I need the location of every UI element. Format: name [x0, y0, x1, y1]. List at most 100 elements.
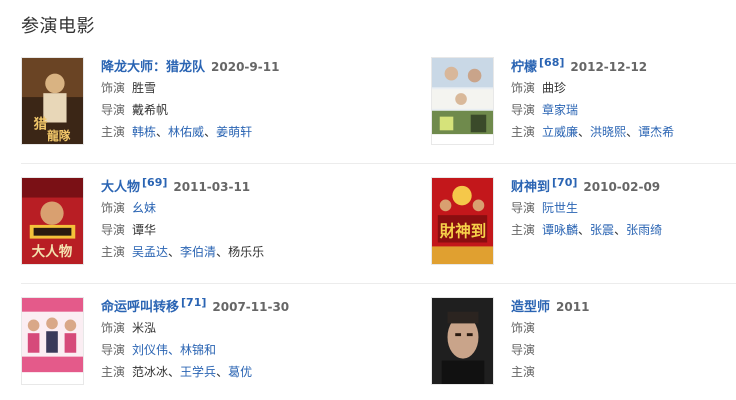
movie-title-link[interactable]: 财神到 — [511, 180, 550, 195]
cast-label: 主演 — [101, 365, 126, 379]
director-label: 导演 — [101, 223, 126, 237]
score-badge[interactable]: [69] — [142, 176, 167, 189]
cast-line: 主演 立威廉、洪晓熙、谭杰希 — [511, 121, 736, 143]
role-line: 饰演 米泓 — [101, 317, 331, 339]
director-label: 导演 — [511, 201, 536, 215]
role-label: 饰演 — [511, 321, 536, 335]
release-date: 2011 — [556, 300, 590, 314]
cast-separator: 、 — [578, 223, 591, 237]
score-badge[interactable]: [68] — [539, 56, 564, 69]
movie-title-link[interactable]: 柠檬 — [511, 60, 537, 75]
director-line: 导演 谭华 — [101, 219, 331, 241]
cast-separator: 、 — [204, 125, 217, 139]
cast-name: 范冰冰 — [132, 365, 169, 379]
cast-link[interactable]: 张雨绮 — [626, 223, 662, 237]
role-line: 饰演 幺妹 — [101, 197, 331, 219]
cast-link[interactable]: 王学兵 — [180, 365, 216, 379]
cast-separator: 、 — [626, 125, 639, 139]
cast-link[interactable]: 林佑威 — [168, 125, 204, 139]
release-date: 2010-02-09 — [583, 180, 661, 194]
role-line: 饰演 胜雪 — [101, 77, 331, 99]
release-date: 2012-12-12 — [570, 60, 648, 74]
svg-text:猎: 猎 — [34, 115, 48, 132]
movie-poster[interactable]: 財神到 — [431, 177, 494, 265]
role-label: 饰演 — [101, 321, 126, 335]
cast-link[interactable]: 李伯清 — [180, 245, 216, 259]
cast-separator: 、 — [168, 365, 181, 379]
cast-link[interactable]: 吴孟达 — [132, 245, 168, 259]
director-line: 导演 刘仪伟、林锦和 — [101, 339, 331, 361]
svg-text:大人物: 大人物 — [32, 243, 73, 260]
release-date: 2007-11-30 — [212, 300, 290, 314]
row-divider — [21, 283, 736, 284]
cast-label: 主演 — [511, 365, 536, 379]
cast-label: 主演 — [101, 245, 126, 259]
cast-label: 主演 — [511, 223, 536, 237]
movie-row: 命运呼叫转移 [71] 2007-11-30 饰演 米泓 导演 刘仪伟、林锦和 主演 范冰… — [21, 285, 736, 400]
role-value: 曲珍 — [542, 81, 567, 95]
cast-link[interactable]: 张震 — [590, 223, 614, 237]
role-label: 饰演 — [101, 81, 126, 95]
movie-title-link[interactable]: 降龙大师：猎龙队 — [101, 60, 205, 75]
filmography-page: 参演电影 猎 龍隊 降龙大师：猎龙队 2020-9-11 饰演 胜雪 导演 戴希… — [0, 0, 736, 400]
movie-poster[interactable]: 大人物 — [21, 177, 84, 265]
director-line: 导演 章家瑞 — [511, 99, 736, 121]
movie-row: 猎 龍隊 降龙大师：猎龙队 2020-9-11 饰演 胜雪 导演 戴希帆 主演 … — [21, 45, 736, 165]
cast-line: 主演 吴孟达、李伯清、杨乐乐 — [101, 241, 331, 263]
movie-card: 財神到 财神到 [70] 2010-02-09 导演 阮世生 主演 谭咏麟、张震、张雨绮 — [431, 176, 731, 269]
cast-link[interactable]: 洪晓熙 — [590, 125, 626, 139]
role-label: 饰演 — [511, 81, 536, 95]
role-link[interactable]: 幺妹 — [132, 201, 156, 215]
cast-label: 主演 — [101, 125, 126, 139]
cast-separator: 、 — [216, 245, 229, 259]
cast-separator: 、 — [216, 365, 229, 379]
director-line: 导演 戴希帆 — [101, 99, 331, 121]
release-date: 2020-9-11 — [211, 60, 280, 74]
role-line: 饰演 曲珍 — [511, 77, 736, 99]
movie-card: 大人物 大人物 [69] 2011-03-11 饰演 幺妹 导演 谭华 主演 吴孟达、李伯… — [21, 176, 321, 269]
movie-poster[interactable]: 猎 龍隊 — [21, 57, 84, 145]
director-value: 戴希帆 — [132, 103, 169, 117]
director-line: 导演 — [511, 339, 736, 361]
cast-link[interactable]: 谭咏麟 — [542, 223, 578, 237]
cast-link[interactable]: 葛优 — [228, 365, 252, 379]
svg-text:財神到: 財神到 — [440, 222, 486, 241]
movie-poster[interactable] — [431, 297, 494, 385]
score-badge[interactable]: [71] — [181, 296, 206, 309]
cast-line: 主演 韩栋、林佑威、姜萌轩 — [101, 121, 331, 143]
director-label: 导演 — [101, 103, 126, 117]
cast-separator: 、 — [156, 125, 169, 139]
director-link[interactable]: 阮世生 — [542, 201, 578, 215]
movie-title-link[interactable]: 造型师 — [511, 300, 550, 315]
cast-link[interactable]: 立威廉 — [542, 125, 578, 139]
director-label: 导演 — [101, 343, 126, 357]
cast-link[interactable]: 谭杰希 — [638, 125, 674, 139]
cast-separator: 、 — [614, 223, 627, 237]
svg-text:龍隊: 龍隊 — [47, 129, 71, 143]
movie-title-link[interactable]: 命运呼叫转移 — [101, 300, 179, 315]
director-link[interactable]: 刘仪伟、林锦和 — [132, 343, 216, 357]
section-title: 参演电影 — [21, 16, 95, 37]
director-label: 导演 — [511, 103, 536, 117]
director-value: 谭华 — [132, 223, 157, 237]
cast-link[interactable]: 韩栋 — [132, 125, 156, 139]
cast-separator: 、 — [168, 245, 181, 259]
movie-row: 大人物 大人物 [69] 2011-03-11 饰演 幺妹 导演 谭华 主演 吴孟达、李伯… — [21, 165, 736, 285]
cast-line: 主演 谭咏麟、张震、张雨绮 — [511, 219, 736, 241]
movie-poster[interactable] — [431, 57, 494, 145]
cast-link[interactable]: 姜萌轩 — [216, 125, 252, 139]
role-line: 饰演 — [511, 317, 736, 339]
movie-card: 命运呼叫转移 [71] 2007-11-30 饰演 米泓 导演 刘仪伟、林锦和 主演 范冰… — [21, 296, 321, 389]
movie-title-link[interactable]: 大人物 — [101, 180, 140, 195]
movie-card: 猎 龍隊 降龙大师：猎龙队 2020-9-11 饰演 胜雪 导演 戴希帆 主演 … — [21, 57, 321, 149]
movie-card: 造型师 2011 饰演 导演 主演 — [431, 297, 731, 389]
cast-line: 主演 范冰冰、王学兵、葛优 — [101, 361, 331, 383]
score-badge[interactable]: [70] — [552, 176, 577, 189]
cast-line: 主演 — [511, 361, 736, 383]
cast-separator: 、 — [578, 125, 591, 139]
movie-poster[interactable] — [21, 297, 84, 385]
director-link[interactable]: 章家瑞 — [542, 103, 578, 117]
role-label: 饰演 — [101, 201, 126, 215]
director-line: 导演 阮世生 — [511, 197, 736, 219]
release-date: 2011-03-11 — [173, 180, 251, 194]
